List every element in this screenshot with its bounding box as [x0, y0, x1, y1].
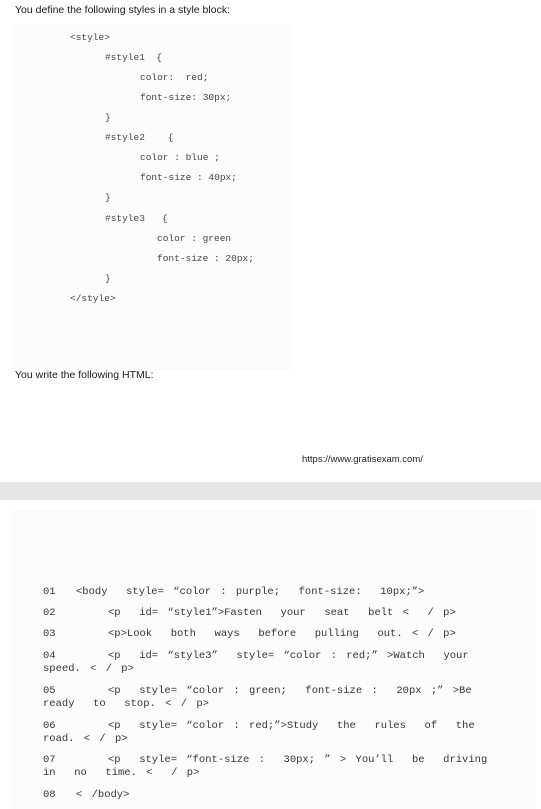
- code-line-continuation: ready to stop. < / p>: [43, 698, 209, 710]
- intro-text: You define the following styles in a sty…: [15, 4, 230, 16]
- question-page-top: You define the following styles in a sty…: [0, 0, 541, 482]
- code-line: </style>: [70, 293, 116, 304]
- line-number: 04: [43, 650, 56, 662]
- line-number: 07: [43, 754, 56, 766]
- code-line: }: [105, 273, 111, 284]
- code-line: }: [105, 112, 111, 123]
- code-line: #style3 {: [105, 213, 168, 224]
- code-line: <p id= “style1”>Fasten your seat belt < …: [108, 607, 456, 619]
- watermark-url: https://www.gratisexam.com/: [302, 454, 423, 465]
- code-line: < /body>: [76, 789, 130, 801]
- line-number: 02: [43, 607, 56, 619]
- question-page-bottom: 01 <body style= “color : purple; font-si…: [0, 500, 541, 809]
- code-line: <p style= “font-size : 30px; ” > You’ll …: [108, 754, 488, 766]
- code-line: <p style= “color : red;”>Study the rules…: [108, 720, 475, 732]
- html-intro-text: You write the following HTML:: [15, 369, 154, 381]
- code-line: font-size : 20px;: [157, 253, 254, 264]
- code-line-continuation: in no time. < / p>: [43, 767, 200, 779]
- code-line: color : green: [157, 233, 232, 244]
- code-line: color: red;: [140, 72, 209, 83]
- code-line: }: [105, 192, 111, 203]
- code-line: #style2 {: [105, 132, 174, 143]
- line-number: 08: [43, 789, 56, 801]
- line-number: 05: [43, 685, 56, 697]
- code-line: color : blue ;: [140, 152, 220, 163]
- line-number: 06: [43, 720, 56, 732]
- code-line-continuation: road. < / p>: [43, 733, 128, 745]
- line-number: 03: [43, 628, 56, 640]
- code-line: font-size : 40px;: [140, 172, 237, 183]
- code-line: font-size: 30px;: [140, 92, 232, 103]
- code-line: #style1 {: [105, 52, 163, 63]
- code-line: <p>Look both ways before pulling out. < …: [108, 628, 456, 640]
- page-separator: [0, 482, 541, 500]
- code-line-continuation: speed. < / p>: [43, 663, 134, 675]
- code-line: <p id= “style3” style= “color : red;” >W…: [108, 650, 469, 662]
- line-number: 01: [43, 586, 56, 598]
- code-line: <body style= “color : purple; font-size:…: [76, 586, 425, 598]
- code-line: <p style= “color : green; font-size : 20…: [108, 685, 472, 697]
- code-line: <style>: [70, 32, 110, 43]
